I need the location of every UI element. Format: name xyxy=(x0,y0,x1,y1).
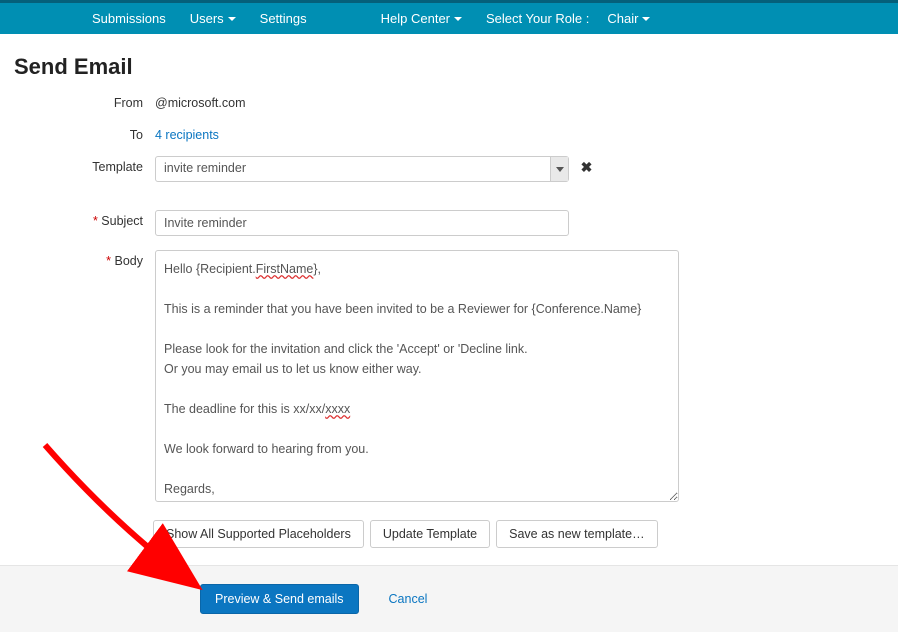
nav-settings[interactable]: Settings xyxy=(248,3,319,34)
nav-help-center[interactable]: Help Center xyxy=(369,3,474,34)
to-label: To xyxy=(60,124,155,142)
role-label: Select Your Role : xyxy=(474,11,595,26)
chevron-down-icon[interactable] xyxy=(550,157,568,181)
footer-bar: Preview & Send emails Cancel xyxy=(0,565,898,632)
show-placeholders-button[interactable]: Show All Supported Placeholders xyxy=(153,520,364,548)
nav-submissions[interactable]: Submissions xyxy=(80,3,178,34)
recipients-link[interactable]: 4 recipients xyxy=(155,128,219,142)
subject-input[interactable] xyxy=(155,210,569,236)
page-title: Send Email xyxy=(14,54,898,80)
chevron-down-icon xyxy=(642,17,650,21)
body-textarea[interactable]: Hello {Recipient.FirstName}, This is a r… xyxy=(155,250,679,502)
chevron-down-icon xyxy=(228,17,236,21)
send-email-form: From @microsoft.com To 4 recipients Temp… xyxy=(60,92,898,548)
body-label: * Body xyxy=(60,250,155,268)
chevron-down-icon xyxy=(454,17,462,21)
save-as-template-button[interactable]: Save as new template… xyxy=(496,520,658,548)
template-select-value: invite reminder xyxy=(156,157,550,181)
from-value: @microsoft.com xyxy=(155,92,898,110)
preview-send-button[interactable]: Preview & Send emails xyxy=(200,584,359,614)
role-selector[interactable]: Chair xyxy=(595,3,662,34)
clear-template-icon[interactable]: ✖ xyxy=(573,159,593,175)
template-select[interactable]: invite reminder xyxy=(155,156,569,182)
update-template-button[interactable]: Update Template xyxy=(370,520,490,548)
cancel-link[interactable]: Cancel xyxy=(389,592,428,606)
template-label: Template xyxy=(60,156,155,174)
top-nav: Submissions Users Settings Help Center S… xyxy=(0,0,898,34)
from-label: From xyxy=(60,92,155,110)
nav-users[interactable]: Users xyxy=(178,3,248,34)
subject-label: * Subject xyxy=(60,210,155,228)
role-selector-group: Select Your Role : Chair xyxy=(474,3,662,34)
